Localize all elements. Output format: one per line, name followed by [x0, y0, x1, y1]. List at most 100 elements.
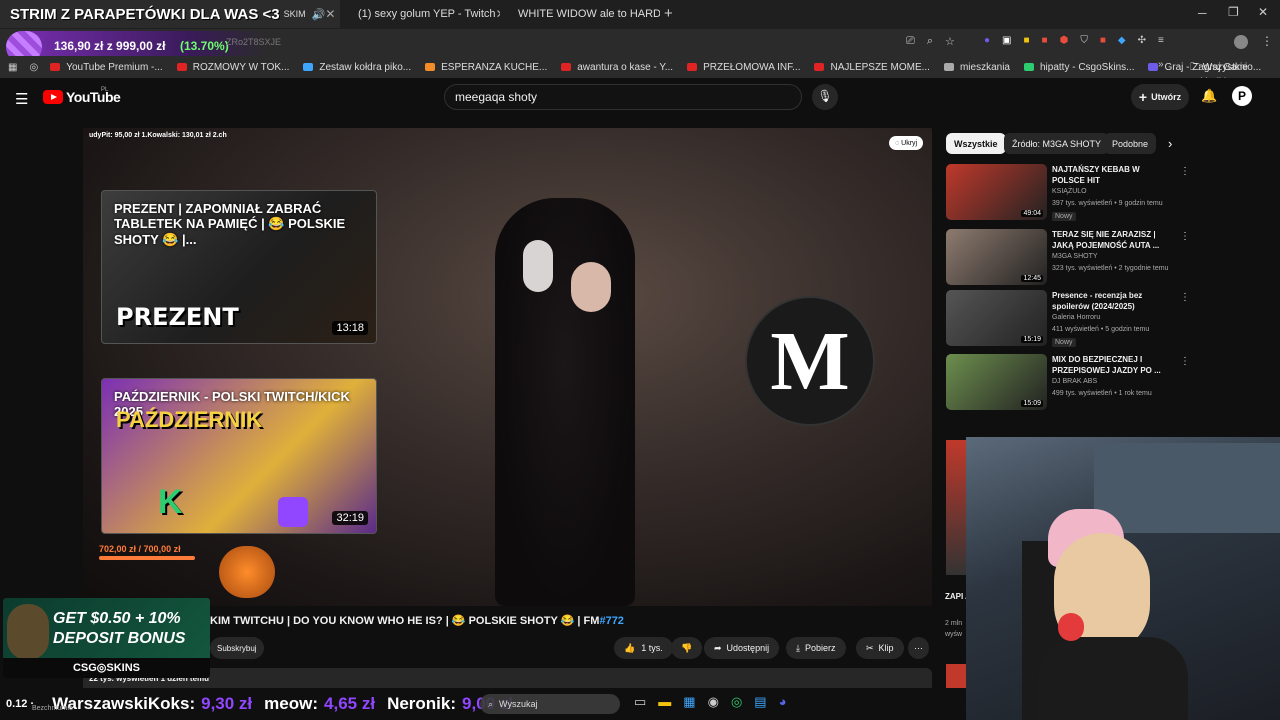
- recommended-video[interactable]: 49:04 NAJTAŃSZY KEBAB W POLSCE HIT KSIĄŻUL…: [946, 164, 1190, 222]
- apps-grid-icon[interactable]: ▦: [8, 62, 17, 73]
- bookmark-item[interactable]: NAJLEPSZE MOME...: [814, 62, 930, 73]
- end-card-video[interactable]: PREZENT | ZAPOMNIAŁ ZABRAĆ TABLETEK NA P…: [101, 190, 377, 344]
- notepad-icon[interactable]: ▤: [754, 694, 766, 710]
- bookmark-item[interactable]: PRZEŁOMOWA INF...: [687, 62, 800, 73]
- extension-icon[interactable]: ■: [1100, 35, 1106, 46]
- video-thumbnail[interactable]: 15:19: [946, 290, 1047, 346]
- rec-title[interactable]: Presence - recenzja bez spoilerów (2024/…: [1052, 290, 1170, 312]
- clip-button[interactable]: ✂ Klip: [856, 637, 904, 659]
- close-tab-icon[interactable]: ✕: [325, 7, 335, 21]
- taskbar-search[interactable]: ⌕ Wyszukaj: [480, 694, 620, 714]
- rec-channel[interactable]: Galeria Horroru: [1052, 314, 1100, 321]
- recommended-video[interactable]: 12:45 TERAZ SIĘ NIE ZARAZISZ | JAKĄ POJEM…: [946, 229, 1190, 287]
- partial-thumb[interactable]: [946, 440, 968, 575]
- profile-avatar[interactable]: [1234, 35, 1248, 49]
- more-actions-icon[interactable]: ⋯: [908, 637, 929, 659]
- maximize-icon[interactable]: ❐: [1228, 5, 1239, 19]
- dislike-button[interactable]: 👎: [671, 637, 703, 659]
- video-thumbnail[interactable]: 49:04: [946, 164, 1047, 220]
- sidebar-icon[interactable]: ≡: [1158, 35, 1164, 46]
- rec-title[interactable]: NAJTAŃSZY KEBAB W POLSCE HIT: [1052, 164, 1170, 186]
- bookmark-item[interactable]: YouTube Premium -...: [50, 62, 163, 73]
- star-icon[interactable]: ☆: [945, 35, 955, 48]
- create-button[interactable]: + Utwórz: [1131, 84, 1189, 110]
- chevron-right-icon[interactable]: ›: [1168, 136, 1172, 151]
- face: [571, 262, 611, 312]
- extension-icon[interactable]: ■: [1024, 35, 1030, 46]
- like-button[interactable]: 👍 1 tys.: [614, 637, 673, 659]
- youtube-logo-icon[interactable]: [43, 90, 63, 104]
- chip-related[interactable]: Podobne: [1104, 133, 1157, 154]
- more-options-icon[interactable]: ⋮: [1180, 231, 1190, 242]
- new-tab-button[interactable]: +: [664, 5, 673, 22]
- youtube-logo-text[interactable]: YouTube: [66, 89, 121, 105]
- search-input[interactable]: meegaqa shoty: [444, 84, 802, 110]
- puzzle-icon[interactable]: ✣: [1138, 35, 1146, 46]
- description-box[interactable]: 22 tys. wyświetleń 1 dzień temu: [83, 668, 932, 688]
- duration-badge: 49:04: [1021, 210, 1043, 217]
- bookmark-item[interactable]: mieszkania: [943, 62, 1010, 73]
- extension-icon[interactable]: ■: [1042, 35, 1048, 46]
- bookmark-favicon-icon: [1023, 63, 1034, 71]
- partial-thumb[interactable]: [946, 664, 968, 688]
- tab-twitch[interactable]: (1) sexy golum YEP - Twitch ✕: [340, 0, 500, 28]
- rec-channel[interactable]: KSIĄŻULO: [1052, 188, 1087, 195]
- subscribe-button[interactable]: Subskrybuj: [210, 637, 264, 659]
- share-button[interactable]: ➦ Udostępnij: [704, 637, 780, 659]
- menu-icon[interactable]: ⋮: [1261, 34, 1273, 48]
- more-options-icon[interactable]: ⋮: [1180, 292, 1190, 303]
- cast-icon[interactable]: ⎚: [906, 35, 915, 48]
- extension-icon[interactable]: ▣: [1002, 35, 1011, 46]
- rec-channel[interactable]: M3GA SHOTY: [1052, 253, 1098, 260]
- chip-source[interactable]: Źródło: M3GA SHOTY: [1004, 133, 1110, 154]
- video-thumbnail[interactable]: 12:45: [946, 229, 1047, 285]
- recommended-video[interactable]: 15:09 MIX DO BEZPIECZNEJ I PRZEPISOWEJ JA…: [946, 354, 1190, 412]
- goal-percent: (13.70%): [180, 39, 229, 53]
- hide-overlay-button[interactable]: ◌ Ukryj: [889, 136, 924, 150]
- store-icon[interactable]: ▦: [683, 694, 695, 710]
- zoom-icon[interactable]: ⌕: [927, 35, 933, 48]
- rec-channel[interactable]: DJ BRAK ABS: [1052, 378, 1097, 385]
- bookmarks-bar: ▦ ◎ YouTube Premium -... ROZMOWY W TOK...…: [0, 56, 1280, 88]
- more-options-icon[interactable]: ⋮: [1180, 356, 1190, 367]
- bookmark-item[interactable]: Zestaw kołdra piko...: [303, 62, 411, 73]
- hamburger-menu-icon[interactable]: ☰: [15, 90, 28, 108]
- card-caption: PAŹDZIERNIK: [116, 407, 263, 432]
- bookmark-item[interactable]: ESPERANZA KUCHE...: [425, 62, 547, 73]
- tab-youtube[interactable]: WHITE WIDOW ale to HARDSTY ✕: [500, 0, 660, 28]
- account-avatar[interactable]: P: [1232, 86, 1252, 106]
- chrome-taskbar-icon[interactable]: ◎: [731, 694, 742, 710]
- extension-icon[interactable]: ◆: [1118, 35, 1126, 46]
- task-view-icon[interactable]: ▭: [634, 694, 646, 710]
- bookmark-item[interactable]: hipatty - CsgoSkins...: [1023, 62, 1134, 73]
- more-options-icon[interactable]: ⋮: [1180, 166, 1190, 177]
- partial-rec-title[interactable]: ZAPI A ZA: [945, 591, 967, 603]
- rec-title[interactable]: MIX DO BEZPIECZNEJ I PRZEPISOWEJ JAZDY P…: [1052, 354, 1170, 376]
- hashtag-link[interactable]: #772: [599, 615, 623, 627]
- download-button[interactable]: ⤓ Pobierz: [786, 637, 846, 659]
- end-card-video[interactable]: PAŹDZIERNIK - POLSKI TWITCH/KICK 2025 PA…: [101, 378, 377, 534]
- bookmark-item[interactable]: ROZMOWY W TOK...: [176, 62, 289, 73]
- file-explorer-icon[interactable]: ▬: [658, 694, 671, 710]
- more-bookmarks-icon[interactable]: »: [1158, 59, 1164, 70]
- minimize-icon[interactable]: ─: [1198, 6, 1207, 20]
- bookmark-item[interactable]: awantura o kase - Y...: [561, 62, 673, 73]
- window-close-icon[interactable]: ✕: [1258, 5, 1268, 19]
- video-thumbnail[interactable]: 15:09: [946, 354, 1047, 410]
- microphone-icon[interactable]: 🎙: [812, 84, 838, 110]
- ticker-amount: 4,65 zł: [324, 694, 376, 713]
- recommended-video[interactable]: 15:19 Presence - recenzja bez spoilerów (…: [946, 290, 1190, 348]
- adblock-icon[interactable]: ⬢: [1060, 35, 1069, 46]
- chip-all[interactable]: Wszystkie: [946, 133, 1006, 154]
- notifications-bell-icon[interactable]: 🔔: [1201, 88, 1217, 104]
- chrome-icon[interactable]: ◎: [29, 62, 38, 73]
- rec-title[interactable]: TERAZ SIĘ NIE ZARAZISZ | JAKĄ POJEMNOŚĆ …: [1052, 229, 1170, 251]
- video-player[interactable]: M udyPit: 95,00 zł 1.Kowalski: 130,01 zł…: [83, 128, 932, 606]
- scissors-icon: ✂: [866, 642, 874, 653]
- discord-icon[interactable]: ◕: [779, 694, 787, 710]
- shield-icon[interactable]: ⛉: [1080, 35, 1088, 46]
- extension-icon[interactable]: ●: [984, 35, 990, 46]
- tab-active[interactable]: STRIM Z PARAPETÓWKI DLA WAS <3 SKIM 🔊 ✕: [0, 0, 340, 28]
- app-icon[interactable]: ◉: [708, 694, 719, 710]
- speaker-icon[interactable]: 🔊: [312, 8, 326, 21]
